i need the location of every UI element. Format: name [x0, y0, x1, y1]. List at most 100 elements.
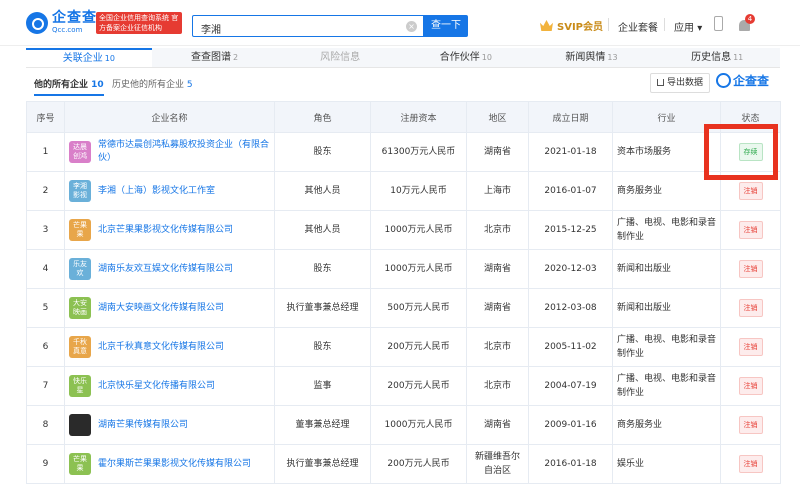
role-cell: 其他人员: [274, 210, 371, 250]
svip-label: SVIP会员: [557, 22, 603, 33]
capital-cell: 10万元人民币: [370, 171, 467, 211]
tab-label: 风险信息: [320, 52, 361, 63]
table-row[interactable]: 5 大安 映画 湖南大安映画文化传媒有限公司 执行董事兼总经理 500万元人民币 湖南省 2…: [26, 288, 781, 328]
site-logo[interactable]: 企查查 Qcc.com: [26, 11, 97, 34]
status-badge: 注销: [738, 260, 763, 278]
subtab-label: 历史他的所有企业: [112, 80, 185, 90]
company-logo: 大安 映画: [69, 297, 91, 319]
company-cell: 千秋 真意 北京千秋真意文化传媒有限公司: [64, 327, 275, 367]
row-index: 6: [26, 327, 65, 367]
status-badge: 注销: [738, 182, 763, 200]
table-row[interactable]: 6 千秋 真意 北京千秋真意文化传媒有限公司 股东 200万元人民币 北京市 2005-11…: [26, 327, 781, 367]
col-header-date[interactable]: 成立日期: [528, 101, 613, 133]
col-header-capital[interactable]: 注册资本: [370, 101, 467, 133]
role-cell: 其他人员: [274, 171, 371, 211]
date-cell: 2005-11-02: [528, 327, 613, 367]
notification-badge: 4: [745, 14, 755, 24]
date-cell: 2021-01-18: [528, 132, 613, 172]
table-row[interactable]: 8 湖南芒果传媒有限公司 董事兼总经理 1000万元人民币 湖南省 2009-01-16 商…: [26, 405, 781, 445]
industry-cell: 广播、电视、电影和录音制作业: [612, 366, 721, 406]
company-name-link[interactable]: 霍尔果斯芒果果影视文化传媒有限公司: [98, 458, 251, 471]
company-name-link[interactable]: 北京快乐星文化传播有限公司: [98, 380, 215, 393]
tab-related-companies[interactable]: 关联企业 10: [26, 48, 152, 67]
subtab-current-companies[interactable]: 他的所有企业 10: [34, 77, 104, 96]
tab-risk[interactable]: 风险信息: [277, 48, 403, 67]
region-cell: 北京市: [466, 210, 529, 250]
tab-count: 2: [232, 53, 239, 62]
role-cell: 股东: [274, 249, 371, 289]
phone-icon[interactable]: [714, 16, 723, 31]
tab-graph[interactable]: 查查图谱 2: [152, 48, 278, 67]
search-input[interactable]: 李湘 ×: [192, 15, 424, 37]
capital-cell: 1000万元人民币: [370, 405, 467, 445]
status-cell: 注销: [720, 327, 781, 367]
company-name-link[interactable]: 常德市达晨创鸿私募股权投资企业（有限合伙）: [98, 139, 270, 165]
table-row[interactable]: 4 乐友 欢湖南乐友欢互娱文化传媒有限公司 股东 1000万元人民币 湖南省 2020-1…: [26, 249, 781, 289]
capital-cell: 200万元人民币: [370, 444, 467, 484]
role-cell: 执行董事兼总经理: [274, 444, 371, 484]
svip-link[interactable]: SVIP会员: [540, 18, 603, 33]
subtab-label: 他的所有企业: [34, 80, 89, 90]
export-button[interactable]: 导出数据: [650, 73, 710, 93]
watermark-text: 企查查: [733, 74, 770, 88]
capital-cell: 1000万元人民币: [370, 210, 467, 250]
subtab-history-companies[interactable]: 历史他的所有企业 5: [112, 77, 193, 90]
apps-menu[interactable]: 应用 ▾: [674, 19, 702, 34]
company-cell: 芒果 果霍尔果斯芒果果影视文化传媒有限公司: [64, 444, 275, 484]
table-header-row: 序号 企业名称 角色 注册资本 地区 成立日期 行业 状态: [26, 101, 781, 133]
capital-cell: 500万元人民币: [370, 288, 467, 328]
company-name-link[interactable]: 湖南芒果传媒有限公司: [98, 419, 188, 432]
company-cell: 李湘 影视 李湘（上海）影视文化工作室: [64, 171, 275, 211]
industry-cell: 广播、电视、电影和录音制作业: [612, 210, 721, 250]
status-badge: 注销: [738, 455, 763, 473]
row-index: 9: [26, 444, 65, 484]
row-index: 8: [26, 405, 65, 445]
divider: [608, 18, 609, 31]
region-cell: 湖南省: [466, 288, 529, 328]
tab-history[interactable]: 历史信息 11: [654, 48, 780, 67]
table-row[interactable]: 7 快乐 星北京快乐星文化传播有限公司 监事 200万元人民币 北京市 2004-07-1…: [26, 366, 781, 406]
table-row[interactable]: 9 芒果 果霍尔果斯芒果果影视文化传媒有限公司 执行董事兼总经理 200万元人民币 新疆…: [26, 444, 781, 484]
tab-label: 关联企业: [62, 53, 103, 64]
tab-count: 10: [481, 53, 492, 62]
date-cell: 2004-07-19: [528, 366, 613, 406]
enterprise-plan-link[interactable]: 企业套餐: [618, 19, 658, 34]
company-name-link[interactable]: 北京千秋真意文化传媒有限公司: [98, 341, 224, 354]
industry-cell: 娱乐业: [612, 444, 721, 484]
official-badge: 全国企业信用查询系统 官方备案企业征信机构: [96, 12, 182, 34]
company-name-link[interactable]: 北京芒果果影视文化传媒有限公司: [98, 224, 233, 237]
company-cell: 达晨 创鸿 常德市达晨创鸿私募股权投资企业（有限合伙）: [64, 132, 275, 172]
status-cell: 注销: [720, 249, 781, 289]
company-name-link[interactable]: 湖南乐友欢互娱文化传媒有限公司: [98, 263, 233, 276]
tab-news[interactable]: 新闻舆情 13: [529, 48, 655, 67]
download-icon: [656, 79, 664, 86]
company-logo: 达晨 创鸿: [69, 141, 91, 163]
table-row[interactable]: 3 芒果 果北京芒果果影视文化传媒有限公司 其他人员 1000万元人民币 北京市 2015…: [26, 210, 781, 250]
company-name-link[interactable]: 湖南大安映画文化传媒有限公司: [98, 302, 224, 315]
col-header-role: 角色: [274, 101, 371, 133]
capital-cell: 61300万元人民币: [370, 132, 467, 172]
logo-icon: [26, 11, 48, 34]
col-header-index: 序号: [26, 101, 65, 133]
status-cell: 注销: [720, 366, 781, 406]
subtab-count: 10: [91, 80, 104, 90]
clear-icon[interactable]: ×: [406, 21, 417, 32]
search-value: 李湘: [201, 25, 221, 36]
region-cell: 湖南省: [466, 249, 529, 289]
table-row[interactable]: 2 李湘 影视 李湘（上海）影视文化工作室 其他人员 10万元人民币 上海市 2016-01…: [26, 171, 781, 211]
role-cell: 执行董事兼总经理: [274, 288, 371, 328]
tab-count: 10: [104, 54, 115, 63]
company-logo: 芒果 果: [69, 453, 91, 475]
tab-label: 新闻舆情: [565, 52, 606, 63]
companies-table: 序号 企业名称 角色 注册资本 地区 成立日期 行业 状态 1 达晨 创鸿 常德市达…: [26, 101, 781, 484]
row-index: 7: [26, 366, 65, 406]
company-logo: 李湘 影视: [69, 180, 91, 202]
table-row[interactable]: 1 达晨 创鸿 常德市达晨创鸿私募股权投资企业（有限合伙） 股东 61300万元人民币湖…: [26, 132, 781, 172]
region-cell: 新疆维吾尔自治区: [466, 444, 529, 484]
company-name-link[interactable]: 李湘（上海）影视文化工作室: [98, 185, 215, 198]
tab-partners[interactable]: 合作伙伴 10: [403, 48, 529, 67]
search-button[interactable]: 查一下: [424, 15, 468, 37]
row-index: 4: [26, 249, 65, 289]
role-cell: 股东: [274, 132, 371, 172]
col-header-name[interactable]: 企业名称: [64, 101, 275, 133]
